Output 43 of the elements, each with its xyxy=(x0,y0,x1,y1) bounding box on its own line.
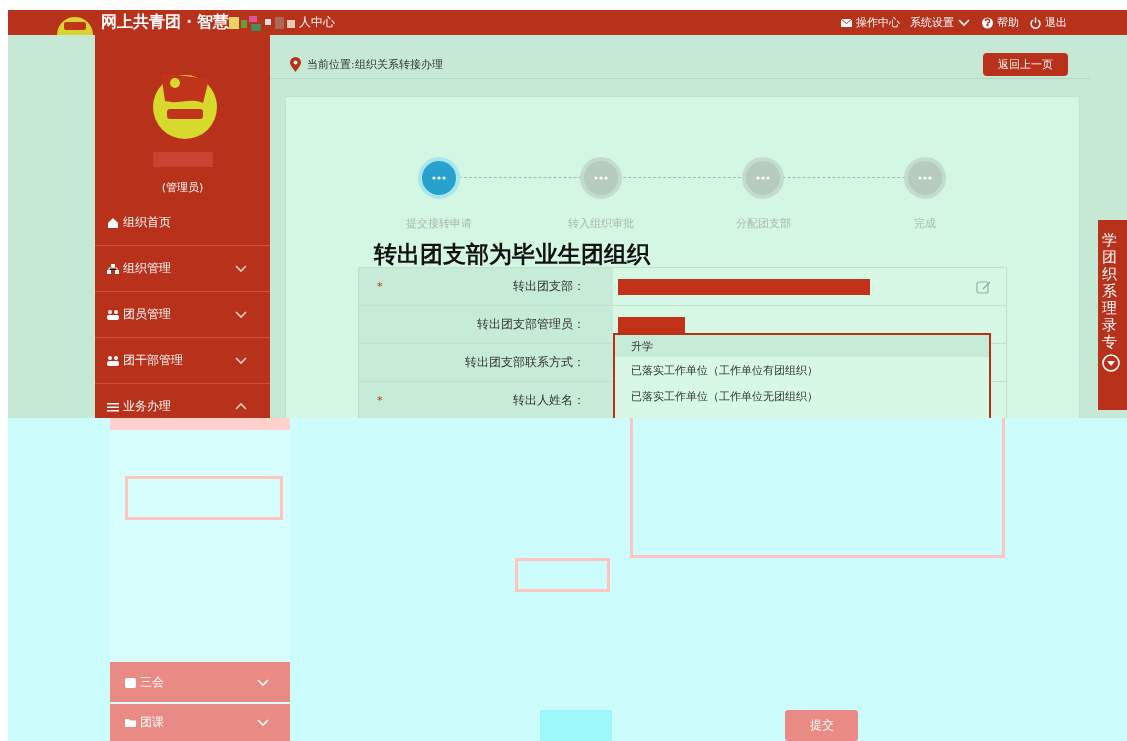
people-icon xyxy=(107,354,119,367)
mail-icon xyxy=(840,16,853,29)
dots-icon xyxy=(432,176,446,180)
caret-icon xyxy=(957,17,971,28)
dots-icon xyxy=(756,176,770,180)
people-icon xyxy=(107,308,119,321)
header-link[interactable]: 帮助 xyxy=(981,15,1019,30)
form-heading: 转出团支部为毕业生团组织 xyxy=(374,240,652,269)
side-panel-text: 学 团 织 系 理 录 专 xyxy=(1102,232,1117,351)
folder-icon xyxy=(125,717,136,728)
header-link[interactable]: 操作中心 xyxy=(840,15,900,30)
dropdown-option[interactable]: 已落实工作单位（工作单位有团组织） xyxy=(615,357,989,383)
user-role: (管理员) xyxy=(161,180,204,195)
dots-icon xyxy=(594,176,608,180)
circle-down-icon xyxy=(1102,354,1120,372)
dots-icon xyxy=(918,176,932,180)
dropdown-option[interactable]: 升学 xyxy=(615,335,989,357)
hierarchy-icon xyxy=(107,262,119,275)
site-title: 网上共青团・智慧 xyxy=(101,12,229,33)
menu-icon xyxy=(107,400,119,413)
required-mark: * xyxy=(377,280,383,293)
sidebar-item[interactable]: 组织管理 xyxy=(95,246,270,292)
edit-icon[interactable] xyxy=(976,279,992,294)
header-link[interactable]: 系统设置 xyxy=(910,15,971,30)
power-icon xyxy=(1029,16,1042,29)
back-button[interactable]: 返回上一页 xyxy=(983,52,1068,76)
help-icon xyxy=(981,16,994,29)
sidebar-item[interactable]: 组织首页 xyxy=(95,200,270,246)
field-label: 转出团支部联系方式： xyxy=(464,354,585,371)
breadcrumb-text: 当前位置:组织关系转接办理 xyxy=(307,56,444,72)
field-label: 转出团支部： xyxy=(512,278,585,295)
header-link[interactable]: 退出 xyxy=(1029,15,1067,30)
location-pin-icon xyxy=(290,56,301,72)
site-subtitle: 人中心 xyxy=(299,14,335,31)
home-icon xyxy=(107,216,119,229)
field-label: 转出人姓名： xyxy=(512,392,585,409)
required-mark: * xyxy=(377,394,383,407)
sidebar-item[interactable]: 团干部管理 xyxy=(95,338,270,384)
square-icon xyxy=(125,676,136,688)
dropdown-option[interactable]: 已落实工作单位（工作单位无团组织） xyxy=(615,383,989,409)
sidebar-item[interactable]: 团员管理 xyxy=(95,292,270,338)
faded-button[interactable] xyxy=(540,710,612,741)
field-label: 转出团支部管理员： xyxy=(476,316,585,333)
